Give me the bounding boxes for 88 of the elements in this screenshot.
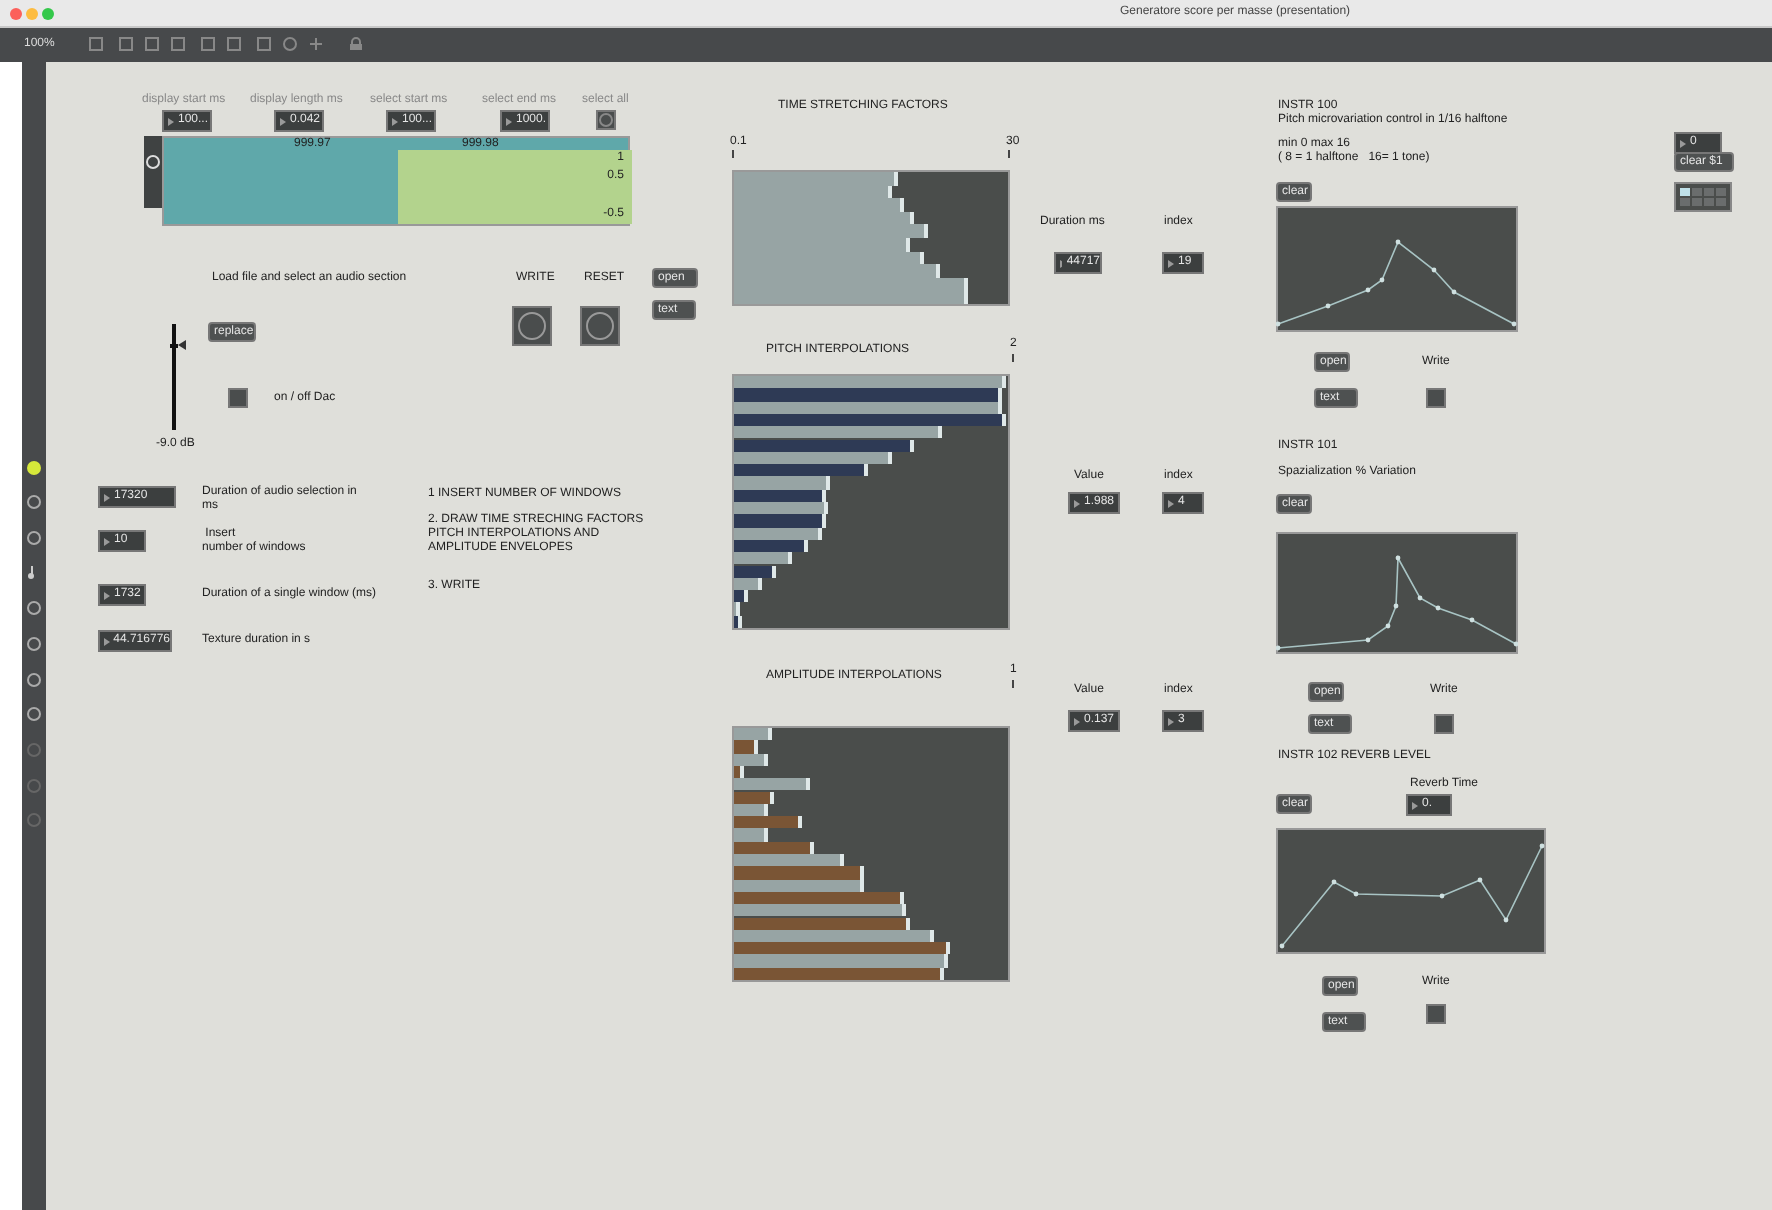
plus-icon[interactable] <box>308 36 324 52</box>
slider-bar[interactable] <box>734 841 814 854</box>
slider-bar[interactable] <box>734 439 914 452</box>
square-icon[interactable] <box>144 36 160 52</box>
slider-bar[interactable] <box>734 917 910 930</box>
slider-bar[interactable] <box>734 476 830 490</box>
slider-bar[interactable] <box>734 514 826 528</box>
slider-bar[interactable] <box>734 728 772 741</box>
triangle-icon <box>392 117 398 125</box>
square-icon[interactable] <box>170 36 186 52</box>
slider-bar[interactable] <box>734 388 1002 402</box>
pointer-icon <box>178 340 186 350</box>
bang-button[interactable] <box>580 306 620 346</box>
slider-bar[interactable] <box>734 954 948 968</box>
triangle-icon <box>506 117 512 125</box>
tick-mark <box>1012 354 1014 362</box>
triangle-icon <box>1074 717 1080 725</box>
multislider[interactable] <box>732 374 1010 630</box>
preset-cell[interactable] <box>1680 188 1690 196</box>
slider-bar[interactable] <box>734 464 868 477</box>
preset-cell[interactable] <box>1704 198 1714 206</box>
slider-bar[interactable] <box>734 290 968 304</box>
select-all-button[interactable] <box>596 110 616 130</box>
square-icon[interactable] <box>200 36 216 52</box>
preset-cell[interactable] <box>1692 198 1702 206</box>
tick-mark <box>1012 680 1014 688</box>
preset-cell[interactable] <box>1680 198 1690 206</box>
preset-cell[interactable] <box>1704 188 1714 196</box>
preset-cell[interactable] <box>1692 188 1702 196</box>
slider-bar[interactable] <box>734 854 844 867</box>
slider-bar[interactable] <box>734 765 744 779</box>
circle-icon[interactable] <box>26 636 42 652</box>
multislider[interactable] <box>732 170 1010 306</box>
triangle-icon <box>104 637 110 645</box>
preset-matrix[interactable] <box>1674 182 1732 212</box>
slider-bar[interactable] <box>734 904 906 917</box>
toggle[interactable] <box>1426 388 1446 408</box>
preset-cell[interactable] <box>1716 198 1726 206</box>
triangle-icon <box>280 117 286 125</box>
slider-bar[interactable] <box>734 426 942 439</box>
circle-icon[interactable] <box>26 672 42 688</box>
triangle-icon <box>1680 139 1686 147</box>
triangle-icon <box>1168 499 1174 507</box>
envelope-editor[interactable] <box>1276 828 1546 954</box>
triangle-icon <box>1074 499 1080 507</box>
slider-bar[interactable] <box>734 376 1006 389</box>
triangle-icon <box>104 493 110 501</box>
slider-bar[interactable] <box>734 590 748 603</box>
slider-bar[interactable] <box>734 552 792 565</box>
slider-bar[interactable] <box>734 866 864 880</box>
tick-mark <box>732 150 734 158</box>
tick-mark <box>1008 150 1010 158</box>
slider-bar[interactable] <box>734 942 950 955</box>
triangle-icon <box>1168 717 1174 725</box>
triangle-icon <box>168 117 174 125</box>
slider-bar[interactable] <box>734 791 774 804</box>
circle-icon[interactable] <box>26 460 42 476</box>
triangle-icon <box>1168 259 1174 267</box>
scroll-handle[interactable] <box>144 136 162 208</box>
square-icon[interactable] <box>226 36 242 52</box>
slider-bar[interactable] <box>734 615 742 628</box>
square-icon[interactable] <box>88 36 104 52</box>
slider-bar[interactable] <box>734 602 740 616</box>
triangle-icon <box>1412 801 1418 809</box>
circle-icon[interactable] <box>26 530 42 546</box>
toggle[interactable] <box>228 388 248 408</box>
circle-icon[interactable] <box>26 706 42 722</box>
slider-bar[interactable] <box>734 565 776 578</box>
multislider[interactable] <box>732 726 1010 982</box>
bang-button[interactable] <box>512 306 552 346</box>
circle-icon[interactable] <box>26 494 42 510</box>
triangle-icon <box>104 591 110 599</box>
envelope-editor[interactable] <box>1276 206 1518 332</box>
envelope-editor[interactable] <box>1276 532 1518 654</box>
lock-icon[interactable] <box>348 36 364 52</box>
slider-bar[interactable] <box>734 502 828 515</box>
toggle[interactable] <box>1434 714 1454 734</box>
slider-bar[interactable] <box>734 778 810 791</box>
slider-bar[interactable] <box>734 828 768 842</box>
triangle-icon <box>104 537 110 545</box>
preset-cell[interactable] <box>1716 188 1726 196</box>
slider-bar[interactable] <box>734 816 802 829</box>
square-icon[interactable] <box>118 36 134 52</box>
square-icon[interactable] <box>256 36 272 52</box>
circle-icon[interactable] <box>26 600 42 616</box>
slider-bar[interactable] <box>734 740 758 754</box>
slider-bar[interactable] <box>734 172 898 186</box>
toggle[interactable] <box>1426 1004 1446 1024</box>
